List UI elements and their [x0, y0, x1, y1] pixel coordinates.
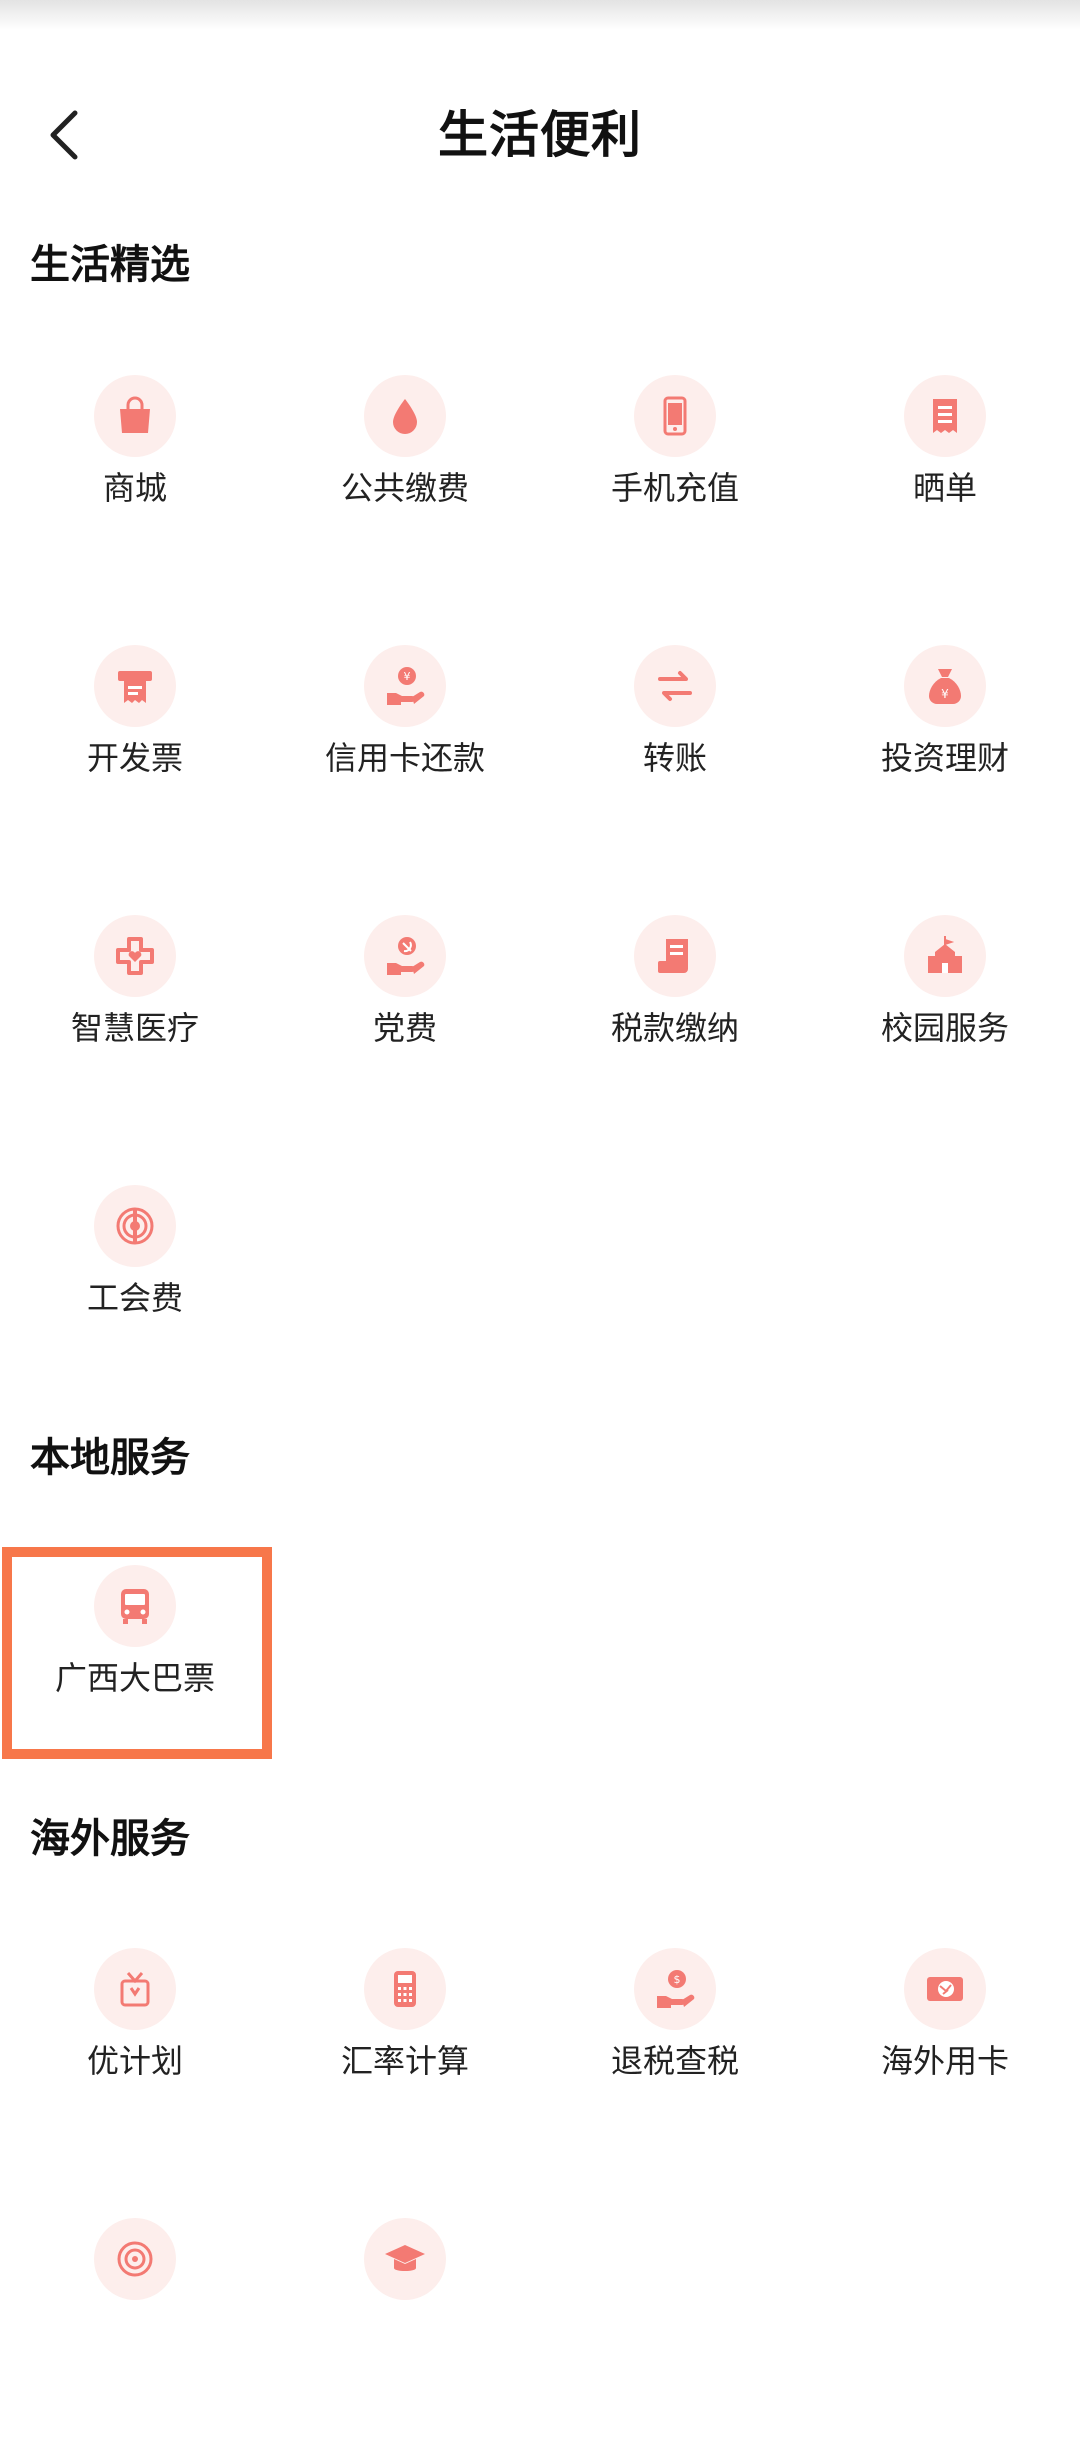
grid-item-label: 商城: [102, 469, 167, 507]
grid-item-transfer[interactable]: 转账: [540, 615, 810, 885]
calculator-icon: [394, 1971, 416, 2007]
grid-item-exchange-rate[interactable]: 汇率计算: [270, 1918, 540, 2188]
section-title-overseas-services: 海外服务: [30, 1816, 190, 1862]
grid-item-label: 投资理财: [880, 739, 1009, 777]
back-button[interactable]: [30, 100, 100, 170]
grid-item-tax-refund[interactable]: $ 退税查税: [540, 1918, 810, 2188]
grid-item-label: 税款缴纳: [610, 1009, 739, 1047]
grid-item-label: 开发票: [86, 739, 183, 777]
grid-item-study-abroad[interactable]: [270, 2188, 540, 2458]
invoice-printer-icon: [118, 671, 152, 703]
status-bar-shadow: [0, 0, 1080, 30]
section-title-life-picks: 生活精选: [30, 242, 190, 288]
target-icon: [117, 2241, 153, 2277]
grid-item-public-payment[interactable]: 公共缴费: [270, 345, 540, 615]
graduation-cap-icon: [385, 2245, 425, 2271]
grid-item-label: 汇率计算: [340, 2042, 469, 2080]
page-title: 生活便利: [438, 106, 642, 164]
grid-item-label: 海外用卡: [880, 2042, 1009, 2080]
grid-item-campus-service[interactable]: 校园服务: [810, 885, 1080, 1155]
grid-item-label: 优计划: [86, 2042, 183, 2080]
section-title-local-services: 本地服务: [30, 1435, 190, 1481]
shopping-bag-icon: [120, 396, 150, 433]
grid-item-plan[interactable]: 优计划: [0, 1918, 270, 2188]
hand-party-icon: [387, 937, 425, 975]
globe-card-icon: [927, 1977, 963, 2001]
union-emblem-icon: [116, 1207, 154, 1245]
grid-item-label: 退税查税: [610, 2042, 739, 2080]
grid-item-credit-card-repay[interactable]: ¥ 信用卡还款: [270, 615, 540, 885]
grid-item-label: 手机充值: [610, 469, 739, 507]
grid-item-label: 智慧医疗: [70, 1009, 199, 1047]
tax-document-icon: [658, 939, 688, 973]
grid-item-union-fee[interactable]: 工会费: [0, 1155, 270, 1425]
transfer-arrows-icon: [658, 671, 692, 701]
svg-text:¥: ¥: [941, 687, 949, 701]
grid-item-label: 校园服务: [880, 1009, 1009, 1047]
grid-item-mobile-topup[interactable]: 手机充值: [540, 345, 810, 615]
grid-item-label: 信用卡还款: [324, 739, 485, 777]
medical-cross-icon: [116, 937, 154, 975]
grid-item-target[interactable]: [0, 2188, 270, 2458]
svg-text:¥: ¥: [404, 670, 411, 683]
grid-item-share-order[interactable]: 晒单: [810, 345, 1080, 615]
receipt-icon: [933, 399, 957, 433]
grid-item-party-dues[interactable]: 党费: [270, 885, 540, 1155]
hand-yuan-icon: ¥: [387, 667, 425, 705]
chevron-left-icon: [50, 110, 78, 160]
grid-item-overseas-card[interactable]: 海外用卡: [810, 1918, 1080, 2188]
water-drop-icon: [393, 399, 417, 434]
grid-item-label: 党费: [372, 1009, 437, 1047]
grid-item-investment[interactable]: ¥ 投资理财: [810, 615, 1080, 885]
hand-dollar-icon: $: [657, 1970, 695, 2008]
grid-item-mall[interactable]: 商城: [0, 345, 270, 615]
grid-item-label: 公共缴费: [340, 469, 469, 507]
grid-item-smart-medical[interactable]: 智慧医疗: [0, 885, 270, 1155]
school-building-icon: [928, 936, 962, 973]
grid-item-issue-invoice[interactable]: 开发票: [0, 615, 270, 885]
svg-text:$: $: [674, 1973, 681, 1986]
grid-item-tax-payment[interactable]: 税款缴纳: [540, 885, 810, 1155]
header: 生活便利: [0, 60, 1080, 210]
grid-item-label: 工会费: [86, 1279, 183, 1317]
money-bag-icon: ¥: [929, 669, 961, 704]
mobile-phone-icon: [663, 396, 687, 436]
grid-item-label: 晒单: [912, 469, 977, 507]
gift-icon: [120, 1972, 150, 2007]
highlight-box: [2, 1547, 272, 1759]
grid-item-label: 转账: [642, 739, 707, 777]
